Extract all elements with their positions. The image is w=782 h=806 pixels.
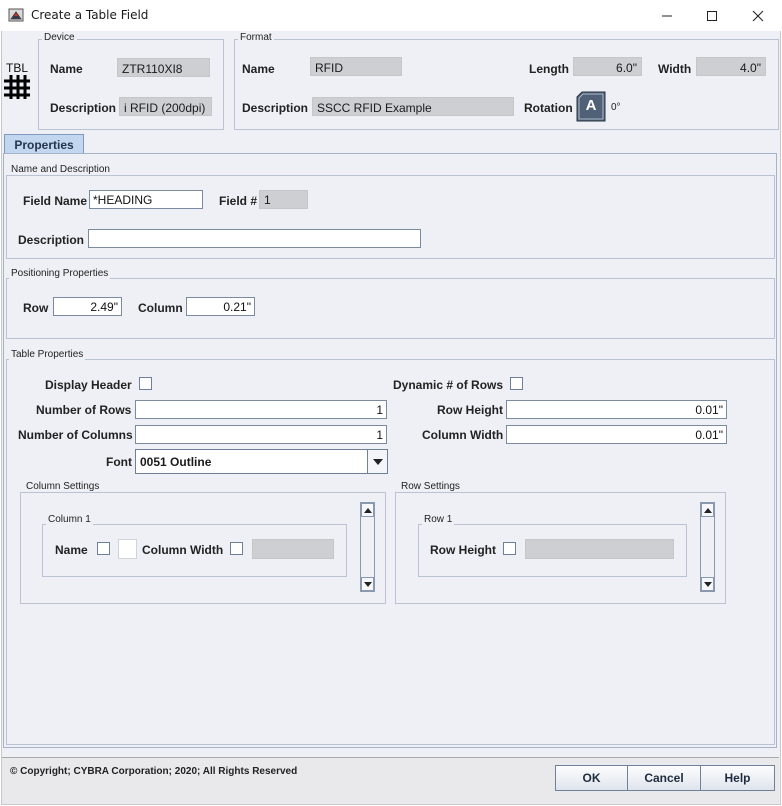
close-button[interactable] xyxy=(735,0,781,31)
field-name-input[interactable]: *HEADING xyxy=(89,190,203,209)
device-group xyxy=(38,39,224,130)
field-number-label: Field # xyxy=(219,194,258,208)
chevron-down-icon xyxy=(372,458,383,465)
app-icon xyxy=(8,8,24,22)
row-height-label: Row Height xyxy=(437,403,503,417)
format-name-label: Name xyxy=(242,62,275,76)
column-width-field xyxy=(252,539,334,559)
column-width-label: Column Width xyxy=(422,428,504,442)
dynamic-rows-label: Dynamic # of Rows xyxy=(393,378,504,392)
format-group-title: Format xyxy=(238,32,274,43)
maximize-button[interactable] xyxy=(689,0,735,31)
length-label: Length xyxy=(529,62,569,76)
copyright-text: © Copyright; CYBRA Corporation; 2020; Al… xyxy=(10,766,298,777)
description-input[interactable] xyxy=(88,229,421,248)
row-input[interactable]: 2.49" xyxy=(53,297,122,316)
help-button[interactable]: Help xyxy=(701,765,775,791)
column-settings-width-label: Column Width xyxy=(142,543,224,557)
column-width-checkbox[interactable] xyxy=(230,542,243,555)
rotation-value: 0° xyxy=(611,102,621,113)
rotation-label: Rotation xyxy=(524,101,573,115)
row-label: Row xyxy=(23,301,49,315)
arrow-up-icon xyxy=(703,507,712,513)
scroll-down-button[interactable] xyxy=(701,577,714,591)
field-name-label: Field Name xyxy=(23,194,88,208)
field-number-field: 1 xyxy=(259,190,308,209)
row-1-title: Row 1 xyxy=(422,514,455,525)
device-name-label: Name xyxy=(50,62,83,76)
display-header-checkbox[interactable] xyxy=(139,377,152,390)
ok-button[interactable]: OK xyxy=(555,765,628,791)
width-field: 4.0" xyxy=(696,57,766,76)
font-select[interactable]: 0051 Outline xyxy=(135,449,388,474)
arrow-down-icon xyxy=(363,581,372,587)
rotation-button[interactable]: A xyxy=(576,91,606,122)
column-1-title: Column 1 xyxy=(46,514,93,525)
width-label: Width xyxy=(658,62,692,76)
column-name-input[interactable] xyxy=(118,539,137,559)
row-height-field xyxy=(525,539,674,559)
row-height-checkbox[interactable] xyxy=(503,542,516,555)
description-label: Description xyxy=(18,233,85,247)
rotation-glyph: A xyxy=(585,97,597,114)
column-input[interactable]: 0.21" xyxy=(186,297,255,316)
name-description-title: Name and Description xyxy=(9,164,112,175)
window-title: Create a Table Field xyxy=(31,8,149,22)
dynamic-rows-checkbox[interactable] xyxy=(510,377,523,390)
column-name-label: Name xyxy=(55,543,88,557)
tbl-logo-text: TBL xyxy=(6,61,29,75)
format-description-label: Description xyxy=(242,101,309,115)
scroll-up-button[interactable] xyxy=(361,503,374,517)
column-label: Column xyxy=(138,301,183,315)
row-settings-scrollbar[interactable] xyxy=(700,502,715,592)
close-icon xyxy=(752,10,764,21)
table-grid-icon xyxy=(4,75,30,99)
number-of-rows-label: Number of Rows xyxy=(36,403,132,417)
table-properties-title: Table Properties xyxy=(9,349,86,360)
font-label: Font xyxy=(106,455,132,469)
minimize-button[interactable] xyxy=(644,0,690,31)
tab-properties[interactable]: Properties xyxy=(4,134,84,154)
device-description-label: Description xyxy=(50,101,117,115)
length-field: 6.0" xyxy=(573,57,642,76)
scroll-down-button[interactable] xyxy=(361,577,374,591)
row-settings-height-label: Row Height xyxy=(430,543,496,557)
column-name-checkbox[interactable] xyxy=(97,542,110,555)
format-group xyxy=(234,39,779,130)
arrow-down-icon xyxy=(703,581,712,587)
format-description-field: SSCC RFID Example xyxy=(312,97,514,116)
column-settings-title: Column Settings xyxy=(24,481,102,492)
number-of-columns-label: Number of Columns xyxy=(18,428,133,442)
number-of-columns-input[interactable]: 1 xyxy=(135,425,387,444)
minimize-icon xyxy=(662,15,672,16)
font-dropdown-button[interactable] xyxy=(367,450,387,473)
arrow-up-icon xyxy=(363,507,372,513)
cancel-button[interactable]: Cancel xyxy=(628,765,701,791)
font-select-value: 0051 Outline xyxy=(140,455,212,469)
column-settings-scrollbar[interactable] xyxy=(360,502,375,592)
row-height-input[interactable]: 0.01" xyxy=(506,400,727,419)
display-header-label: Display Header xyxy=(45,378,132,392)
maximize-icon xyxy=(707,10,717,21)
column-width-input[interactable]: 0.01" xyxy=(506,425,727,444)
number-of-rows-input[interactable]: 1 xyxy=(135,400,387,419)
device-group-title: Device xyxy=(42,32,77,43)
format-name-field: RFID xyxy=(310,57,402,76)
device-name-field: ZTR110XI8 xyxy=(117,58,210,77)
device-description-field: i RFID (200dpi) xyxy=(119,97,212,116)
positioning-title: Positioning Properties xyxy=(9,268,111,279)
row-settings-title: Row Settings xyxy=(399,481,462,492)
scroll-up-button[interactable] xyxy=(701,503,714,517)
